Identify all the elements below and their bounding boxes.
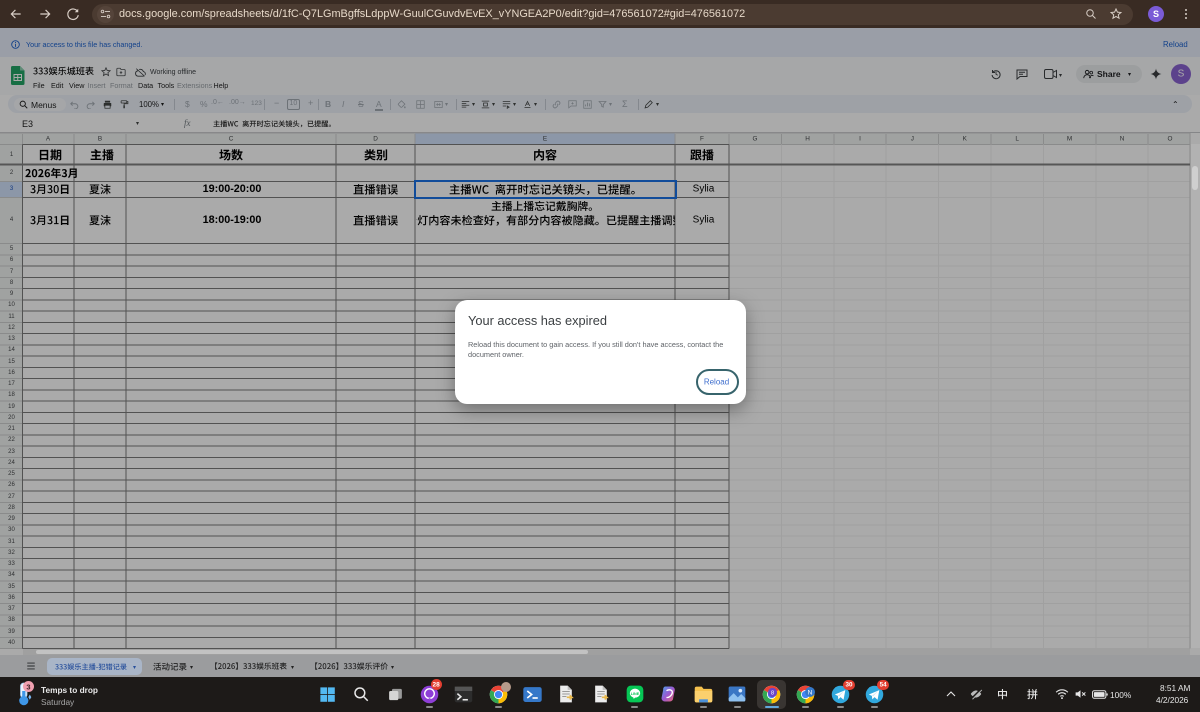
svg-text:LINE: LINE	[631, 692, 640, 696]
svg-text:N: N	[807, 689, 812, 696]
svg-text:8: 8	[771, 691, 774, 697]
